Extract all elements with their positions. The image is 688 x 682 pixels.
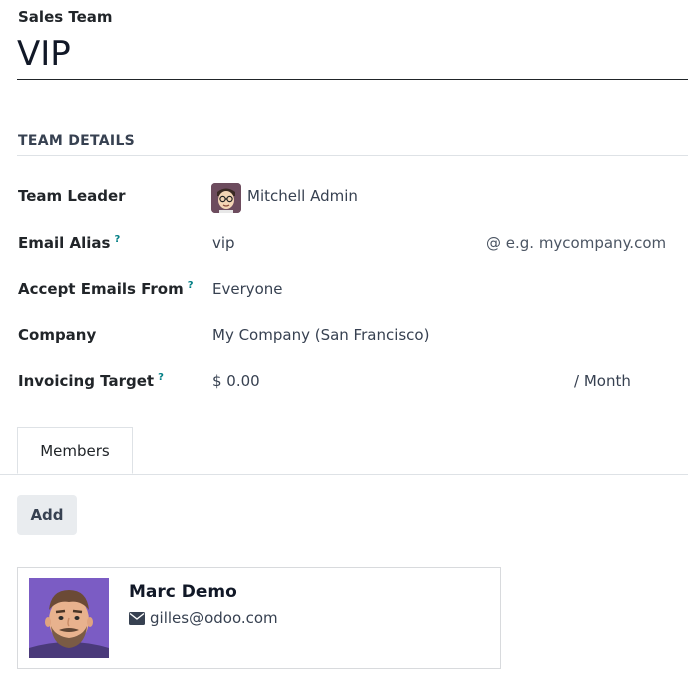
member-email-row: gilles@odoo.com — [129, 609, 278, 629]
company-row: Company My Company (San Francisco) — [0, 326, 688, 352]
invoicing-target-row: Invoicing Target? $ 0.00 / Month — [0, 372, 688, 398]
email-alias-field[interactable]: vip — [212, 234, 235, 252]
envelope-icon — [129, 611, 145, 629]
accept-emails-label: Accept Emails From? — [18, 280, 194, 298]
section-divider — [17, 155, 688, 156]
invoicing-target-field[interactable]: $ 0.00 — [212, 372, 260, 390]
alias-domain-field[interactable]: @ e.g. mycompany.com — [486, 234, 666, 252]
user-avatar-icon — [211, 183, 241, 213]
tab-members[interactable]: Members — [17, 427, 133, 474]
team-leader-field[interactable]: Mitchell Admin — [247, 187, 358, 205]
add-member-button[interactable]: Add — [17, 495, 77, 535]
team-leader-row: Team Leader Mitchell Admin — [0, 183, 688, 213]
invoicing-target-help-icon[interactable]: ? — [158, 372, 164, 383]
section-title: TEAM DETAILS — [18, 133, 136, 149]
team-name-field[interactable]: VIP — [17, 29, 688, 80]
email-alias-row: Email Alias? vip @ e.g. mycompany.com — [0, 234, 688, 260]
invoicing-target-suffix: / Month — [574, 372, 631, 390]
invoicing-target-label: Invoicing Target? — [18, 372, 164, 390]
email-alias-help-icon[interactable]: ? — [114, 234, 120, 245]
model-label: Sales Team — [18, 8, 113, 26]
team-leader-label: Team Leader — [18, 187, 126, 205]
member-name: Marc Demo — [129, 582, 237, 602]
invoicing-target-label-text: Invoicing Target — [18, 372, 155, 390]
member-email: gilles@odoo.com — [150, 609, 278, 627]
member-card[interactable]: Marc Demo gilles@odoo.com — [17, 567, 501, 669]
email-alias-label: Email Alias? — [18, 234, 120, 252]
accept-emails-row: Accept Emails From? Everyone — [0, 280, 688, 306]
accept-emails-help-icon[interactable]: ? — [188, 280, 194, 291]
email-alias-label-text: Email Alias — [18, 234, 111, 252]
member-avatar-icon — [29, 578, 109, 658]
company-label: Company — [18, 326, 97, 344]
accept-emails-label-text: Accept Emails From — [18, 280, 184, 298]
company-field[interactable]: My Company (San Francisco) — [212, 326, 429, 344]
tabs-divider — [0, 474, 688, 475]
accept-emails-field[interactable]: Everyone — [212, 280, 283, 298]
